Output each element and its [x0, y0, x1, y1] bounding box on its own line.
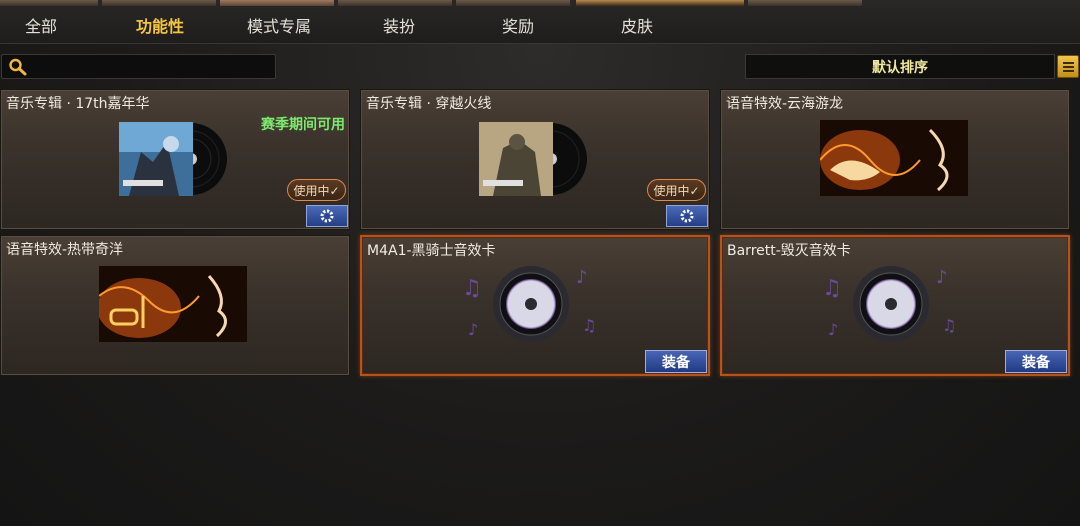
- item-card[interactable]: 音乐专辑 · 穿越火线 使用中✓: [360, 89, 710, 230]
- item-title: Barrett-毁灭音效卡: [727, 243, 851, 259]
- in-use-badge: 使用中✓: [647, 179, 706, 201]
- dragon-voice-effect-image: [820, 120, 968, 196]
- item-title: 语音特效-热带奇洋: [6, 242, 124, 258]
- tab-reward[interactable]: 奖励: [459, 6, 577, 44]
- item-title: 语音特效-云海游龙: [726, 96, 844, 112]
- svg-text:♫: ♫: [942, 316, 956, 335]
- svg-text:♪: ♪: [936, 267, 948, 288]
- search-input[interactable]: [32, 56, 272, 77]
- equip-button[interactable]: 装备: [645, 350, 707, 373]
- tab-outfit[interactable]: 装扮: [340, 6, 458, 44]
- svg-text:♫: ♫: [462, 276, 482, 301]
- gear-icon[interactable]: [306, 205, 348, 227]
- item-title: 音乐专辑 · 穿越火线: [366, 96, 492, 112]
- item-card[interactable]: M4A1-黑骑士音效卡 ♫ ♪ ♪ ♫ 装备: [360, 235, 710, 376]
- tab-functional[interactable]: 功能性: [101, 6, 219, 44]
- svg-text:♪: ♪: [828, 320, 838, 339]
- sort-dropdown[interactable]: 默认排序: [745, 54, 1055, 79]
- tropical-voice-effect-image: [99, 266, 247, 342]
- tab-mode-exclusive[interactable]: 模式专属: [220, 6, 338, 44]
- top-tab-bar: 全部 功能性 模式专属 装扮 奖励 皮肤: [0, 0, 1080, 44]
- tab-all[interactable]: 全部: [0, 6, 100, 44]
- search-icon: [8, 58, 28, 76]
- album-cover-image: [119, 122, 227, 196]
- gear-icon[interactable]: [666, 205, 708, 227]
- item-card[interactable]: 语音特效-云海游龙: [720, 89, 1070, 230]
- in-use-badge: 使用中✓: [287, 179, 346, 201]
- item-title: M4A1-黑骑士音效卡: [367, 243, 496, 259]
- item-card[interactable]: 音乐专辑 · 17th嘉年华 赛季期间可用 使用中✓: [0, 89, 350, 230]
- tab-strip: [748, 0, 862, 6]
- item-card[interactable]: Barrett-毁灭音效卡 ♫ ♪ ♪ ♫ 装备: [720, 235, 1070, 376]
- equip-button[interactable]: 装备: [1005, 350, 1067, 373]
- sound-card-image: ♫ ♪ ♪ ♫: [462, 266, 596, 342]
- search-box[interactable]: [1, 54, 276, 79]
- menu-icon[interactable]: [1057, 55, 1079, 78]
- item-card[interactable]: 语音特效-热带奇洋: [0, 235, 350, 376]
- season-label: 赛季期间可用: [261, 117, 345, 133]
- sort-label: 默认排序: [872, 59, 928, 76]
- album-cover-image: [479, 122, 587, 196]
- svg-text:♫: ♫: [582, 316, 596, 335]
- sound-card-image: ♫ ♪ ♪ ♫: [822, 266, 956, 342]
- svg-text:♫: ♫: [822, 276, 842, 301]
- item-title: 音乐专辑 · 17th嘉年华: [6, 96, 150, 112]
- tab-skin[interactable]: 皮肤: [578, 6, 696, 44]
- svg-text:♪: ♪: [468, 320, 478, 339]
- svg-text:♪: ♪: [576, 267, 588, 288]
